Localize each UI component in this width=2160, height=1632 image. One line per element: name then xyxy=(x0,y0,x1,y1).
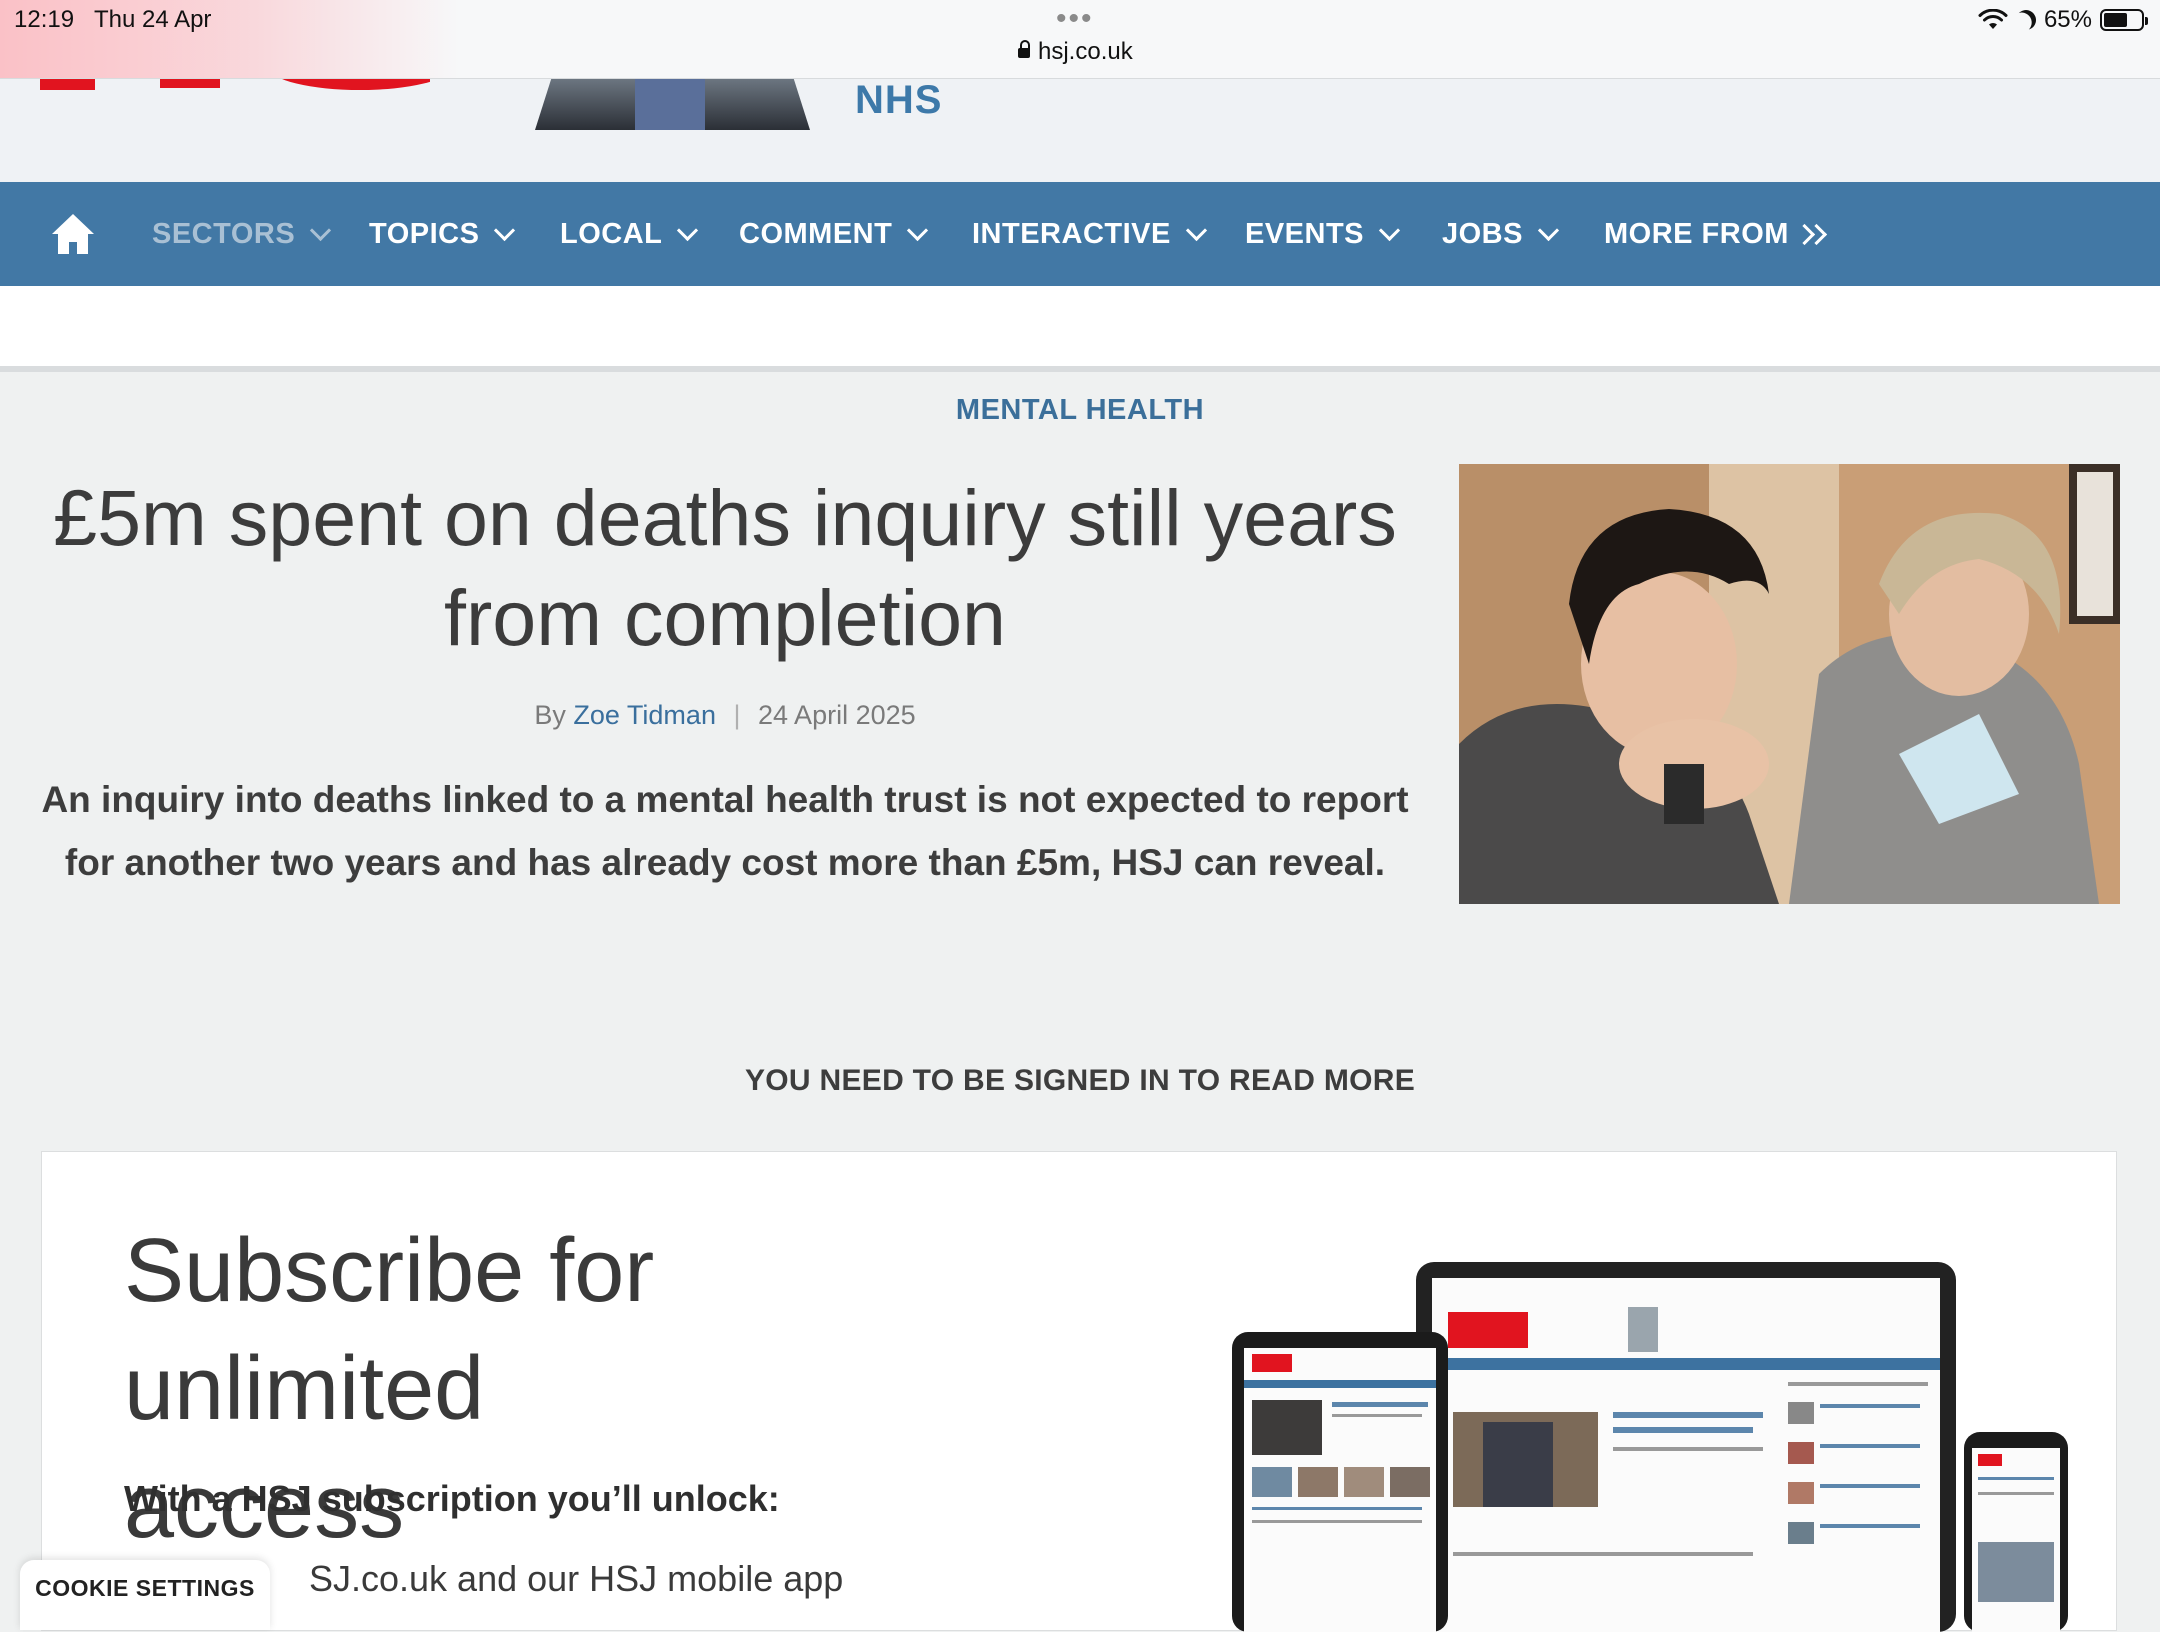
nav-more-from-label: MORE FROM xyxy=(1604,218,1789,250)
subscribe-card: Subscribe for unlimited access With a HS… xyxy=(41,1151,2117,1632)
sign-in-notice: YOU NEED TO BE SIGNED IN TO READ MORE xyxy=(744,1064,1416,1097)
address-url: hsj.co.uk xyxy=(1038,38,1133,65)
status-date: Thu 24 Apr xyxy=(94,6,212,33)
battery-level xyxy=(2104,13,2127,27)
subscribe-unlock-heading: With a HSJ subscription you’ll unlock: xyxy=(124,1478,780,1519)
double-chevron-right-icon xyxy=(1793,223,1828,247)
chevron-down-icon xyxy=(310,219,332,242)
nav-topics[interactable]: TOPICS xyxy=(369,218,516,251)
nav-comment[interactable]: COMMENT xyxy=(739,218,929,251)
ad-banner-space xyxy=(0,286,2160,372)
nav-jobs[interactable]: JOBS xyxy=(1442,218,1560,251)
nav-comment-label: COMMENT xyxy=(739,218,893,250)
devices-illustration xyxy=(1232,1262,2068,1632)
benefit-item-text: SJ.co.uk and our HSJ mobile app xyxy=(309,1558,844,1599)
promo-photo-shirt xyxy=(635,78,705,130)
article-byline: By Zoe Tidman | 24 April 2025 xyxy=(40,700,1410,731)
main-navigation: SECTORS TOPICS LOCAL COMMENT INTERACTIVE… xyxy=(0,182,2160,286)
promo-headline-text[interactable]: NHS xyxy=(855,78,942,123)
headline-line-2: from completion xyxy=(444,573,1006,662)
wifi-icon xyxy=(1978,9,2008,29)
hsj-logo[interactable] xyxy=(40,78,430,98)
article-image xyxy=(1459,464,2120,904)
standfirst-line-2: for another two years and has already co… xyxy=(64,842,1386,883)
byline-separator: | xyxy=(733,700,741,730)
standfirst-line-1: An inquiry into deaths linked to a menta… xyxy=(41,779,1409,820)
nav-topics-label: TOPICS xyxy=(369,218,480,250)
article-date: 24 April 2025 xyxy=(758,700,916,730)
chevron-down-icon xyxy=(907,219,929,242)
battery-percent: 65% xyxy=(2043,6,2092,33)
nav-sectors-label: SECTORS xyxy=(152,218,296,250)
byline-by: By xyxy=(534,700,566,730)
browser-more-dots-icon[interactable]: ••• xyxy=(1056,2,1094,36)
chevron-down-icon xyxy=(1537,219,1560,242)
nav-jobs-label: JOBS xyxy=(1442,218,1523,250)
address-bar[interactable]: hsj.co.uk xyxy=(1018,38,1133,66)
browser-status-bar: 12:19 Thu 24 Apr ••• hsj.co.uk 65% xyxy=(0,0,2160,79)
nav-interactive[interactable]: INTERACTIVE xyxy=(972,218,1207,251)
article-headline: £5m spent on deaths inquiry still years … xyxy=(40,468,1410,668)
battery-icon xyxy=(2100,9,2148,31)
nav-events[interactable]: EVENTS xyxy=(1245,218,1401,251)
status-time: 12:19 xyxy=(14,6,75,33)
nav-events-label: EVENTS xyxy=(1245,218,1365,250)
author-link[interactable]: Zoe Tidman xyxy=(573,700,716,730)
home-icon[interactable] xyxy=(50,212,96,256)
nav-interactive-label: INTERACTIVE xyxy=(972,218,1171,250)
nav-more-from[interactable]: MORE FROM xyxy=(1604,218,1828,251)
lock-icon xyxy=(1018,40,1030,58)
subscribe-title-line-1: Subscribe for unlimited xyxy=(124,1221,655,1439)
article-category[interactable]: MENTAL HEALTH xyxy=(0,394,2160,427)
chevron-down-icon xyxy=(494,219,516,242)
article-standfirst: An inquiry into deaths linked to a menta… xyxy=(40,768,1410,894)
chevron-down-icon xyxy=(1185,219,1207,242)
do-not-disturb-moon-icon xyxy=(2012,6,2039,33)
article-image-illustration xyxy=(1459,464,2120,904)
nav-local[interactable]: LOCAL xyxy=(560,218,699,251)
promo-photo[interactable] xyxy=(535,78,810,130)
headline-line-1: £5m spent on deaths inquiry still years xyxy=(53,473,1397,562)
nav-local-label: LOCAL xyxy=(560,218,663,250)
chevron-down-icon xyxy=(1378,219,1401,242)
chevron-down-icon xyxy=(677,219,699,242)
site-header: NHS xyxy=(0,78,2160,182)
nav-sectors[interactable]: SECTORS xyxy=(152,218,332,251)
status-indicators: 65% xyxy=(1978,6,2148,34)
